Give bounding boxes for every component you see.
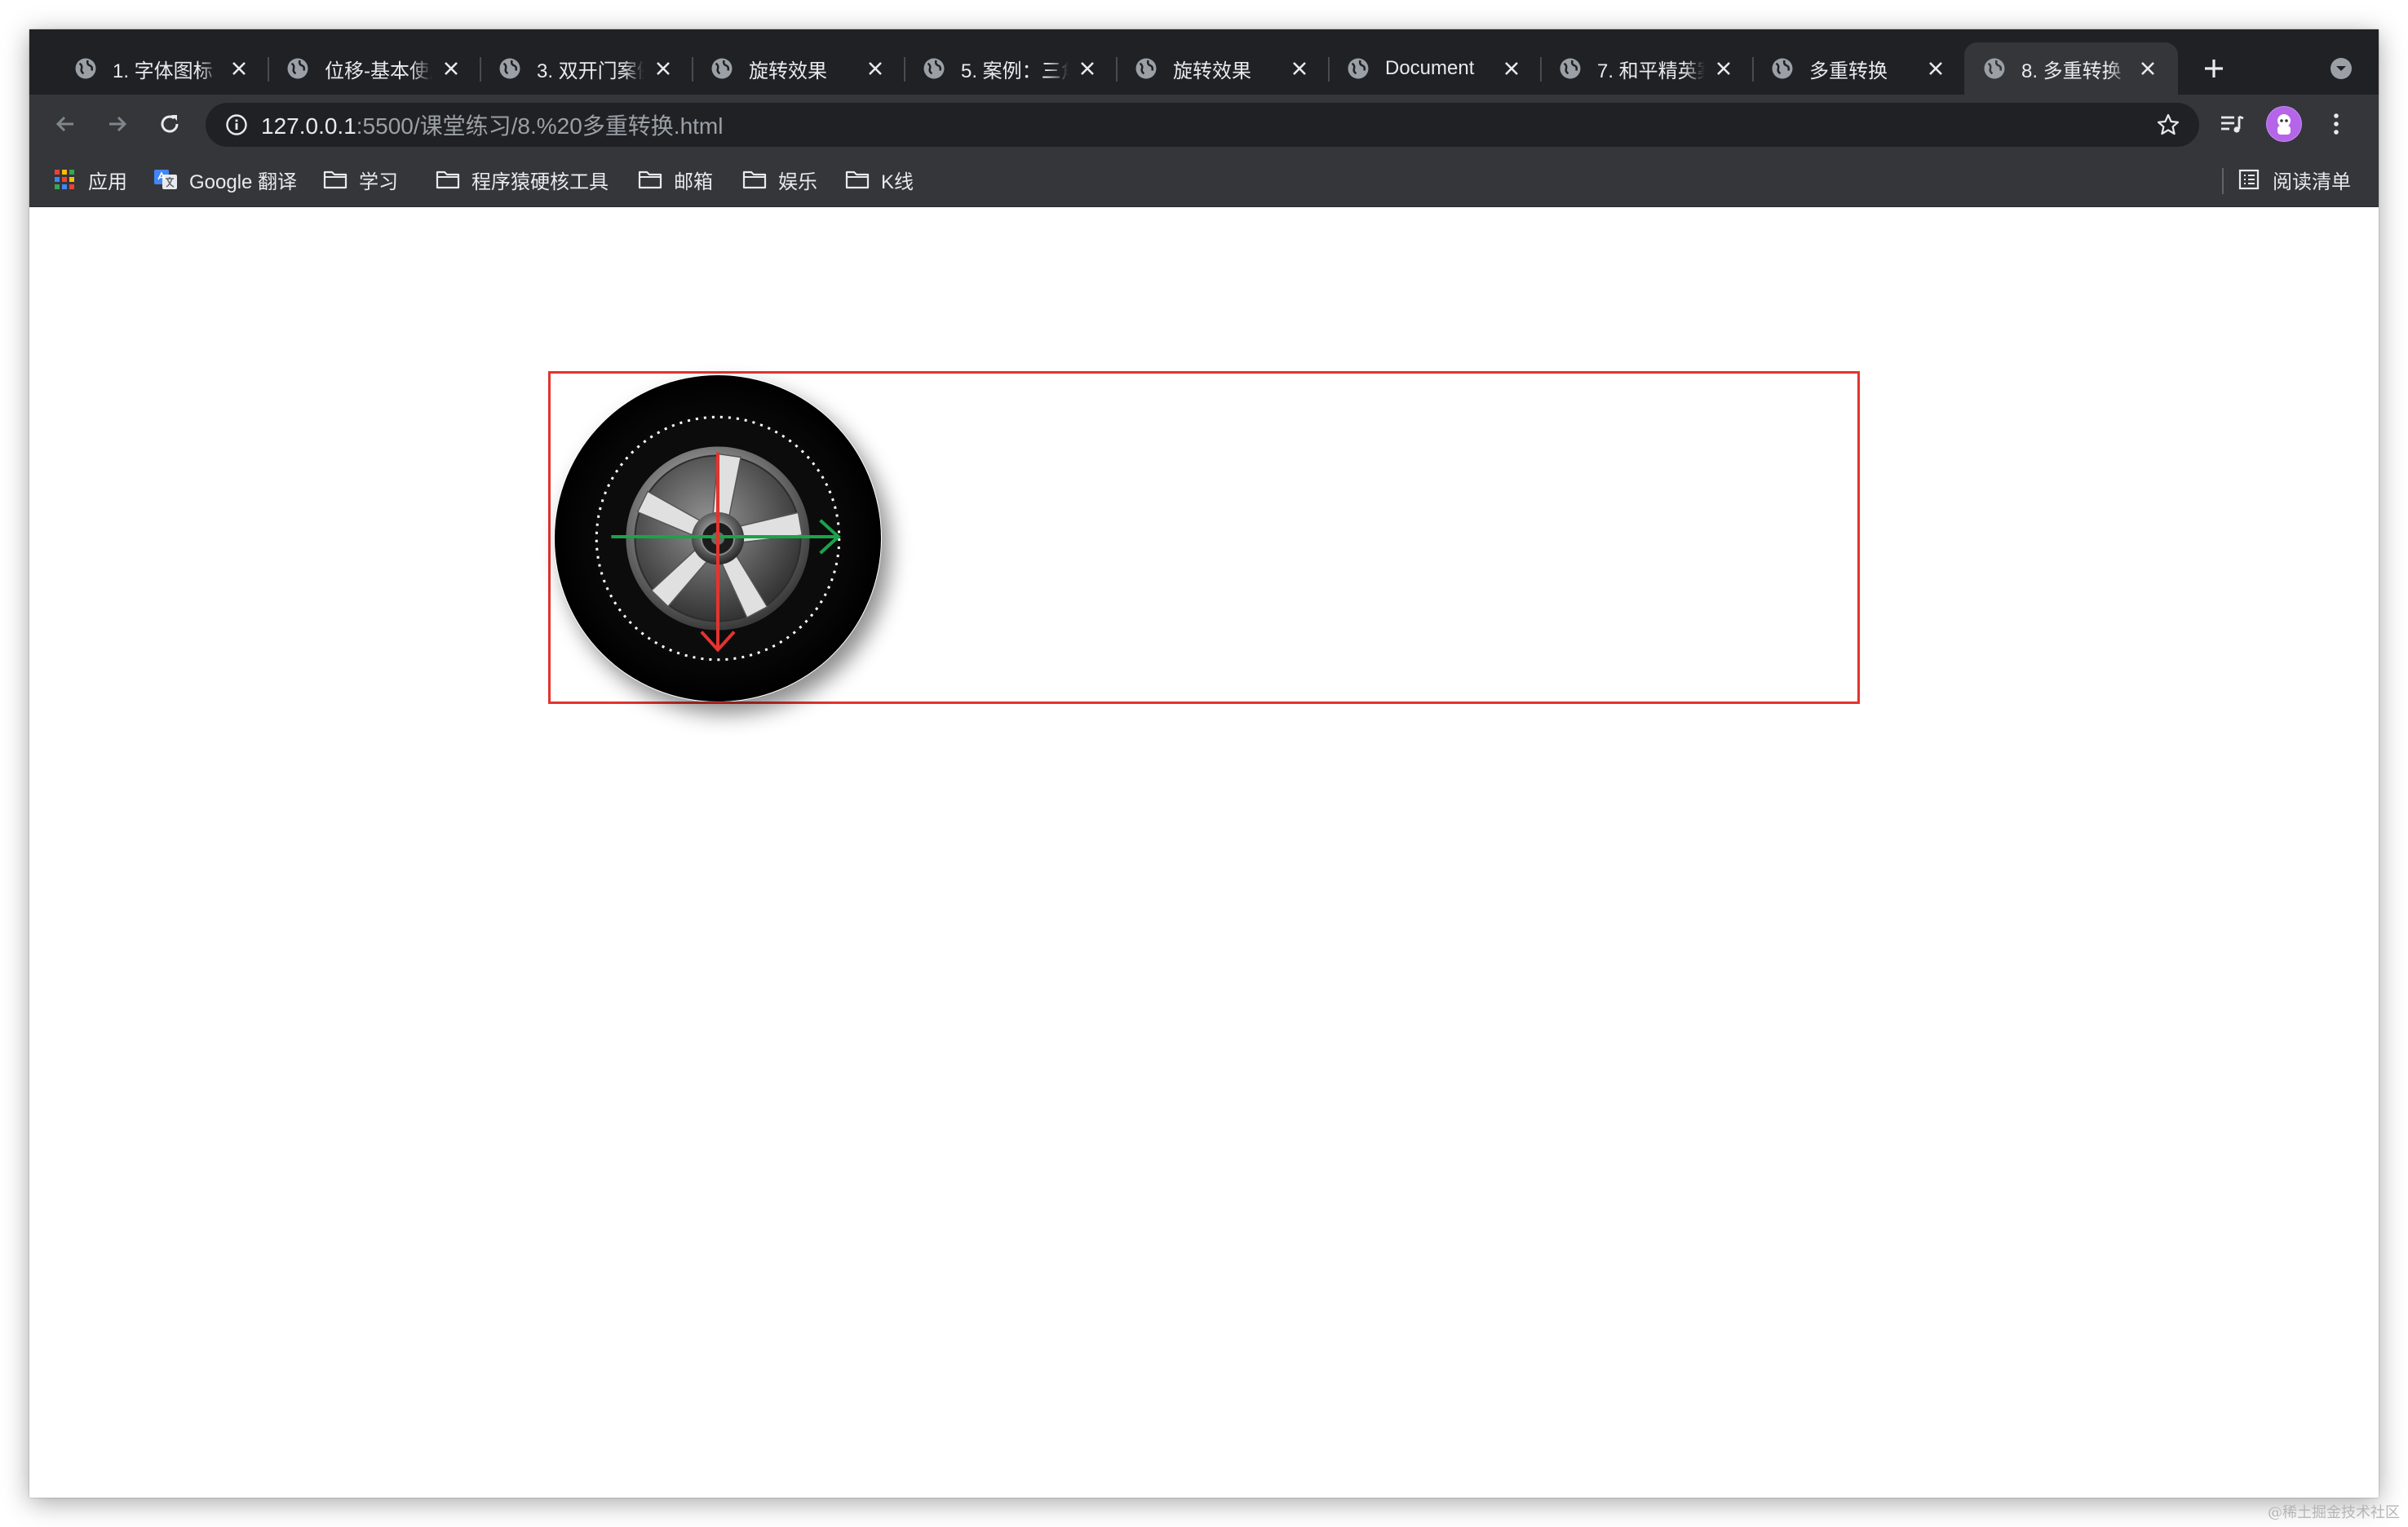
tab-7[interactable]: Document	[1328, 42, 1542, 95]
bookmarks-divider	[2222, 168, 2224, 194]
close-icon[interactable]	[227, 56, 251, 81]
tab-5[interactable]: 5. 案例：三角	[904, 42, 1118, 95]
bookmark-folder-kline[interactable]: K线	[845, 165, 914, 194]
browser-toolbar: 127.0.0.1:5500/课堂练习/8.%20多重转换.html	[29, 95, 2379, 153]
apps-grid-icon	[52, 167, 77, 192]
bookmark-label: 学习	[359, 170, 398, 193]
close-icon[interactable]	[651, 56, 675, 81]
reload-icon	[161, 115, 179, 133]
close-icon[interactable]	[1075, 56, 1100, 81]
bookmark-label: 邮箱	[674, 170, 713, 193]
close-icon[interactable]	[863, 56, 888, 81]
tab-search-button[interactable]	[2326, 54, 2356, 83]
tab-title: 多重转换	[1809, 60, 1888, 82]
tab-10-active[interactable]: 8. 多重转换	[1964, 42, 2178, 95]
back-button[interactable]	[46, 104, 85, 144]
tab-title: 3. 双开门案例	[537, 60, 644, 82]
tab-title: 旋转效果	[1173, 60, 1251, 82]
folder-icon	[436, 167, 460, 192]
bookmark-google-translate[interactable]: Google 翻译	[153, 165, 297, 194]
tab-2[interactable]: 位移-基本使用	[268, 42, 481, 95]
tab-title: 8. 多重转换	[2021, 60, 2122, 82]
bookmark-star-icon[interactable]	[2153, 110, 2183, 139]
close-icon[interactable]	[1499, 56, 1524, 81]
plus-icon	[2205, 60, 2223, 77]
globe-icon	[711, 58, 733, 79]
bookmark-folder-tools[interactable]: 程序猿硬核工具	[436, 165, 609, 194]
folder-icon	[845, 167, 870, 192]
address-bar[interactable]: 127.0.0.1:5500/课堂练习/8.%20多重转换.html	[206, 103, 2199, 147]
url-host: 127.0.0.1	[261, 113, 356, 139]
chevron-down-circle-icon	[2331, 58, 2352, 79]
new-tab-button[interactable]	[2198, 52, 2230, 85]
google-translate-icon	[153, 167, 178, 192]
tab-3[interactable]: 3. 双开门案例	[480, 42, 693, 95]
globe-icon	[1772, 58, 1793, 79]
close-icon[interactable]	[1923, 56, 1948, 81]
bordered-container	[548, 371, 1860, 704]
folder-icon	[638, 167, 662, 192]
bookmark-label: 娱乐	[778, 170, 817, 193]
tab-title: 旋转效果	[749, 60, 827, 82]
close-icon[interactable]	[439, 56, 463, 81]
close-icon[interactable]	[2136, 56, 2160, 81]
arrow-right-icon	[109, 116, 127, 132]
media-controls-button[interactable]	[2214, 106, 2250, 142]
profile-avatar[interactable]	[2266, 106, 2302, 142]
tab-title: 5. 案例：三角	[961, 60, 1069, 82]
bookmark-label: K线	[881, 170, 914, 193]
page-viewport	[29, 208, 2379, 1498]
close-icon[interactable]	[1287, 56, 1312, 81]
tab-title: 7. 和平精英案例	[1597, 60, 1705, 82]
watermark-text: @稀土掘金技术社区	[2268, 1504, 2400, 1521]
reload-button[interactable]	[150, 104, 189, 144]
globe-icon	[923, 58, 945, 79]
browser-window: 1. 字体图标 位移-基本使用 3. 双开门案例 旋转效果 5. 案例：三角	[29, 29, 2379, 1498]
bookmark-apps[interactable]: 应用	[52, 165, 127, 194]
bookmark-folder-entertainment[interactable]: 娱乐	[742, 165, 817, 194]
kebab-menu-icon	[2334, 113, 2339, 135]
bookmark-label: Google 翻译	[189, 170, 298, 193]
avatar-icon	[2267, 107, 2301, 141]
browser-menu-button[interactable]	[2318, 106, 2354, 142]
reading-list-button[interactable]: 阅读清单	[2237, 165, 2351, 194]
tab-strip: 1. 字体图标 位移-基本使用 3. 双开门案例 旋转效果 5. 案例：三角	[29, 29, 2379, 95]
bookmarks-bar: 应用 Google 翻译 学习 程序猿硬核工具 邮箱 娱乐 K线 阅读清单	[29, 153, 2379, 207]
globe-icon	[1135, 58, 1157, 79]
tab-8[interactable]: 7. 和平精英案例	[1540, 42, 1754, 95]
arrow-left-icon	[55, 116, 73, 132]
close-icon[interactable]	[1711, 56, 1736, 81]
tab-4[interactable]: 旋转效果	[692, 42, 905, 95]
wheel-image	[554, 374, 882, 702]
bookmark-label: 应用	[88, 170, 127, 193]
globe-icon	[1348, 58, 1369, 79]
bookmark-folder-mail[interactable]: 邮箱	[638, 165, 713, 194]
globe-icon	[1560, 58, 1581, 79]
tab-title: 1. 字体图标	[113, 60, 213, 82]
forward-button[interactable]	[98, 104, 137, 144]
folder-icon	[323, 167, 347, 192]
playlist-icon	[2221, 115, 2244, 133]
info-icon[interactable]	[224, 112, 250, 138]
folder-icon	[742, 167, 767, 192]
url-text[interactable]: 127.0.0.1:5500/课堂练习/8.%20多重转换.html	[261, 108, 723, 141]
globe-icon	[287, 58, 308, 79]
tab-1[interactable]: 1. 字体图标	[55, 42, 269, 95]
bookmark-folder-study[interactable]: 学习	[323, 165, 398, 194]
tab-9[interactable]: 多重转换	[1752, 42, 1966, 95]
bookmark-label: 程序猿硬核工具	[471, 170, 609, 193]
tab-title: 位移-基本使用	[325, 60, 432, 82]
tab-title: Document	[1385, 57, 1475, 79]
reading-list-icon	[2237, 167, 2261, 192]
url-path: :5500/课堂练习/8.%20多重转换.html	[356, 113, 724, 139]
globe-icon	[75, 58, 96, 79]
tab-6[interactable]: 旋转效果	[1116, 42, 1330, 95]
reading-list-label: 阅读清单	[2273, 170, 2351, 193]
globe-icon	[499, 58, 520, 79]
globe-icon	[1984, 58, 2005, 79]
